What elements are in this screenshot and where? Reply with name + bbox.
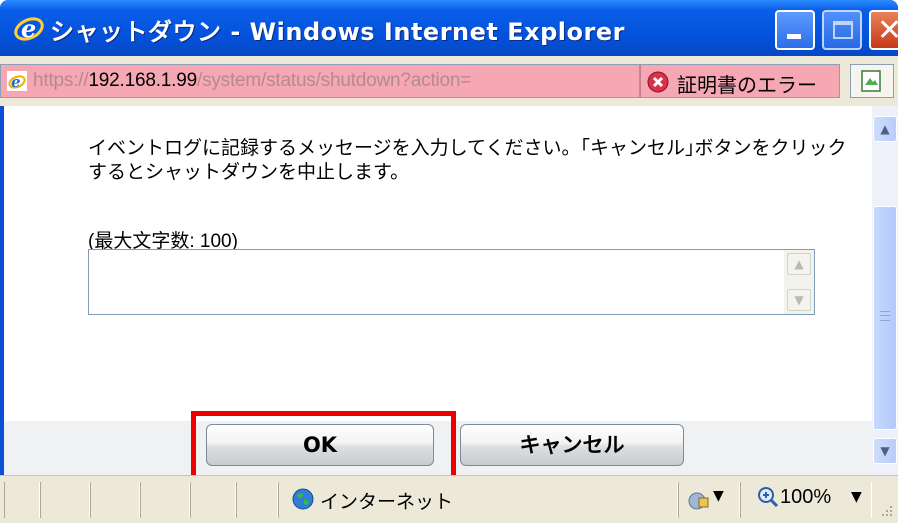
shield-error-icon xyxy=(647,71,669,93)
status-cell xyxy=(4,482,40,518)
close-button[interactable]: ✕ xyxy=(869,10,898,50)
svg-text:e: e xyxy=(11,73,21,91)
ie-window: e シャットダウン - Windows Internet Explorer ✕ … xyxy=(0,0,898,523)
page-button[interactable] xyxy=(850,64,894,98)
status-cell xyxy=(236,482,278,518)
minimize-button[interactable] xyxy=(775,10,815,50)
status-cell xyxy=(190,482,236,518)
title-bar[interactable]: e シャットダウン - Windows Internet Explorer ✕ xyxy=(0,0,898,56)
url-field[interactable]: e https://192.168.1.99/system/status/shu… xyxy=(0,64,640,98)
status-cell xyxy=(90,482,140,518)
scroll-down-arrow-icon[interactable]: ▼ xyxy=(873,438,897,464)
textarea-scrollbar[interactable]: ▲ ▼ xyxy=(784,250,814,314)
zoom-icon[interactable] xyxy=(757,486,779,508)
url-scheme: https:// xyxy=(33,70,89,91)
zoom-level[interactable]: 100% xyxy=(780,486,831,509)
ie-icon: e xyxy=(7,71,27,91)
maximize-button[interactable] xyxy=(822,10,862,50)
cancel-button[interactable]: キャンセル xyxy=(460,424,684,466)
svg-text:e: e xyxy=(21,14,36,43)
security-zone-label: インターネット xyxy=(320,491,454,513)
url-path: /system/status/shutdown?action= xyxy=(196,70,472,91)
maximize-icon xyxy=(833,21,853,39)
page-scrollbar[interactable]: ▲ ▼ xyxy=(872,106,898,475)
minimize-icon xyxy=(787,34,801,39)
status-cell xyxy=(40,482,90,518)
chevron-down-icon[interactable]: ▼ xyxy=(713,488,724,504)
scroll-thumb[interactable] xyxy=(873,206,897,430)
dialog-content: イベントログに記録するメッセージを入力してください。｢キャンセル｣ボタンをクリッ… xyxy=(4,106,872,421)
instruction-message: イベントログに記録するメッセージを入力してください。｢キャンセル｣ボタンをクリッ… xyxy=(88,137,847,183)
certificate-error-label: 証明書のエラー xyxy=(677,73,817,97)
close-icon: ✕ xyxy=(877,13,898,48)
event-log-message-input[interactable]: ▲ ▼ xyxy=(88,249,815,315)
certificate-error-button[interactable]: 証明書のエラー xyxy=(640,64,840,98)
chevron-down-icon[interactable]: ▼ xyxy=(851,489,862,505)
protected-mode-icon[interactable] xyxy=(688,490,710,510)
page-icon xyxy=(861,70,881,92)
address-bar: e https://192.168.1.99/system/status/shu… xyxy=(0,56,898,106)
url-text: https://192.168.1.99/system/status/shutd… xyxy=(33,70,471,92)
status-bar: インターネット ▼ 100% ▼ xyxy=(0,475,898,523)
globe-icon xyxy=(292,488,314,510)
ok-button[interactable]: OK xyxy=(206,424,434,466)
scroll-up-arrow-icon[interactable]: ▲ xyxy=(787,253,811,275)
scroll-up-arrow-icon[interactable]: ▲ xyxy=(873,116,897,142)
window-title: シャットダウン - Windows Internet Explorer xyxy=(50,18,625,46)
status-cell xyxy=(140,482,190,518)
url-host: 192.168.1.99 xyxy=(88,70,197,91)
scroll-grip-icon xyxy=(880,311,890,321)
resize-grip-icon[interactable] xyxy=(876,504,894,520)
scroll-down-arrow-icon[interactable]: ▼ xyxy=(787,289,811,311)
ie-icon: e xyxy=(14,14,44,43)
